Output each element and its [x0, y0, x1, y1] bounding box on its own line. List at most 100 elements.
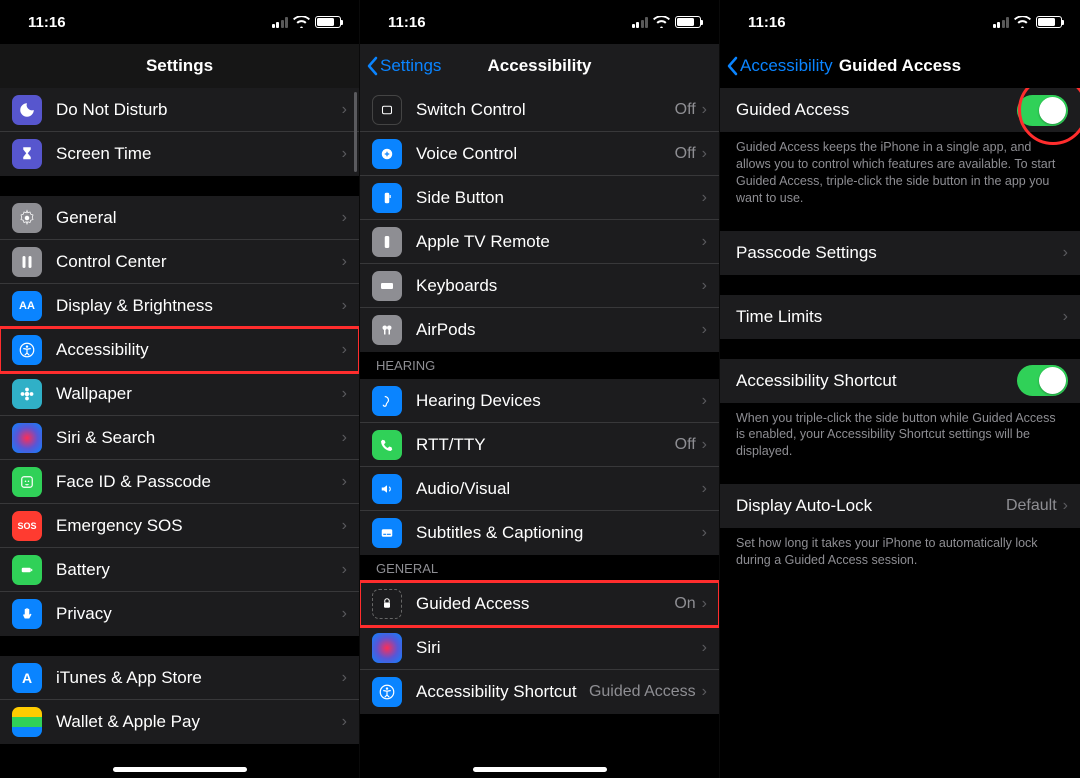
wifi-icon	[653, 16, 670, 28]
row-label: Do Not Disturb	[56, 100, 342, 120]
chevron-right-icon: ›	[342, 713, 347, 731]
wifi-icon	[1014, 16, 1031, 28]
row-label: Siri	[416, 638, 702, 658]
row-apple-tv-remote[interactable]: Apple TV Remote ›	[360, 220, 719, 264]
settings-content[interactable]: Do Not Disturb › Screen Time › General ›…	[0, 88, 359, 778]
chevron-left-icon	[366, 56, 378, 76]
hand-icon	[12, 599, 42, 629]
guided-access-switch[interactable]	[1017, 95, 1068, 126]
shortcut-footer: When you triple-click the side button wh…	[720, 403, 1080, 465]
row-voice-control[interactable]: Voice Control Off ›	[360, 132, 719, 176]
row-control-center[interactable]: Control Center ›	[0, 240, 359, 284]
moon-icon	[12, 95, 42, 125]
chevron-right-icon: ›	[342, 297, 347, 315]
row-value: Off	[675, 436, 696, 454]
row-privacy[interactable]: Privacy ›	[0, 592, 359, 636]
phone-icon	[372, 430, 402, 460]
row-side-button[interactable]: Side Button ›	[360, 176, 719, 220]
status-icons	[993, 16, 1063, 28]
row-emergency-sos[interactable]: SOS Emergency SOS ›	[0, 504, 359, 548]
scroll-thumb[interactable]	[354, 92, 357, 172]
chevron-right-icon: ›	[702, 321, 707, 339]
accessibility-icon	[12, 335, 42, 365]
row-battery[interactable]: Battery ›	[0, 548, 359, 592]
row-guided-access[interactable]: Guided Access On ›	[360, 582, 719, 626]
row-hearing-devices[interactable]: Hearing Devices ›	[360, 379, 719, 423]
home-indicator[interactable]	[473, 767, 607, 772]
row-value: Guided Access	[589, 683, 696, 701]
guided-access-icon	[372, 589, 402, 619]
row-label: Wallpaper	[56, 384, 342, 404]
chevron-right-icon: ›	[1063, 244, 1068, 262]
row-label: Siri & Search	[56, 428, 342, 448]
row-airpods[interactable]: AirPods ›	[360, 308, 719, 352]
cellular-icon	[632, 17, 649, 28]
row-rtt-tty[interactable]: RTT/TTY Off ›	[360, 423, 719, 467]
row-siri-search[interactable]: Siri & Search ›	[0, 416, 359, 460]
row-label: AirPods	[416, 320, 702, 340]
status-time: 11:16	[748, 14, 786, 31]
row-label: Battery	[56, 560, 342, 580]
chevron-right-icon: ›	[342, 145, 347, 163]
row-accessibility[interactable]: Accessibility ›	[0, 328, 359, 372]
row-label: Hearing Devices	[416, 391, 702, 411]
text-size-icon: AA	[12, 291, 42, 321]
chevron-left-icon	[726, 56, 738, 76]
row-display-auto-lock[interactable]: Display Auto-Lock Default ›	[720, 484, 1080, 528]
accessibility-shortcut-switch[interactable]	[1017, 365, 1068, 396]
back-button[interactable]: Accessibility	[726, 44, 833, 88]
page-title: Accessibility	[488, 56, 592, 76]
row-label: Passcode Settings	[736, 243, 1063, 263]
cellular-icon	[993, 17, 1010, 28]
row-label: Screen Time	[56, 144, 342, 164]
flower-icon	[12, 379, 42, 409]
chevron-right-icon: ›	[702, 480, 707, 498]
row-wallet-apple-pay[interactable]: Wallet & Apple Pay ›	[0, 700, 359, 744]
sos-icon: SOS	[12, 511, 42, 541]
siri-icon	[12, 423, 42, 453]
row-siri[interactable]: Siri ›	[360, 626, 719, 670]
row-do-not-disturb[interactable]: Do Not Disturb ›	[0, 88, 359, 132]
chevron-right-icon: ›	[342, 101, 347, 119]
row-switch-control[interactable]: Switch Control Off ›	[360, 88, 719, 132]
accessibility-content[interactable]: Switch Control Off › Voice Control Off ›…	[360, 88, 719, 778]
status-time: 11:16	[388, 14, 426, 31]
side-button-icon	[372, 183, 402, 213]
row-passcode-settings[interactable]: Passcode Settings ›	[720, 231, 1080, 275]
chevron-right-icon: ›	[702, 189, 707, 207]
row-value: On	[674, 595, 695, 613]
cellular-icon	[272, 17, 289, 28]
chevron-right-icon: ›	[702, 524, 707, 542]
accessibility-pane: 11:16 Settings Accessibility Switch Cont…	[360, 0, 720, 778]
home-indicator[interactable]	[113, 767, 247, 772]
guided-access-footer: Guided Access keeps the iPhone in a sing…	[720, 132, 1080, 211]
row-display-brightness[interactable]: AA Display & Brightness ›	[0, 284, 359, 328]
chevron-right-icon: ›	[702, 233, 707, 251]
row-wallpaper[interactable]: Wallpaper ›	[0, 372, 359, 416]
hourglass-icon	[12, 139, 42, 169]
chevron-right-icon: ›	[342, 209, 347, 227]
row-keyboards[interactable]: Keyboards ›	[360, 264, 719, 308]
row-screen-time[interactable]: Screen Time ›	[0, 132, 359, 176]
row-accessibility-shortcut-toggle: Accessibility Shortcut	[720, 359, 1080, 403]
airpods-icon	[372, 315, 402, 345]
row-label: Time Limits	[736, 307, 1063, 327]
row-face-id-passcode[interactable]: Face ID & Passcode ›	[0, 460, 359, 504]
row-accessibility-shortcut[interactable]: Accessibility Shortcut Guided Access ›	[360, 670, 719, 714]
row-time-limits[interactable]: Time Limits ›	[720, 295, 1080, 339]
accessibility-icon	[372, 677, 402, 707]
back-button[interactable]: Settings	[366, 44, 441, 88]
row-itunes-app-store[interactable]: A iTunes & App Store ›	[0, 656, 359, 700]
row-general[interactable]: General ›	[0, 196, 359, 240]
row-audio-visual[interactable]: Audio/Visual ›	[360, 467, 719, 511]
row-label: General	[56, 208, 342, 228]
guided-access-content[interactable]: Guided Access Guided Access keeps the iP…	[720, 88, 1080, 778]
hearing-header: HEARING	[360, 352, 719, 379]
chevron-right-icon: ›	[342, 473, 347, 491]
general-header: GENERAL	[360, 555, 719, 582]
chevron-right-icon: ›	[702, 101, 707, 119]
row-subtitles-captioning[interactable]: Subtitles & Captioning ›	[360, 511, 719, 555]
navbar: Settings Accessibility	[360, 44, 719, 88]
row-label: Face ID & Passcode	[56, 472, 342, 492]
row-label: Subtitles & Captioning	[416, 523, 702, 543]
